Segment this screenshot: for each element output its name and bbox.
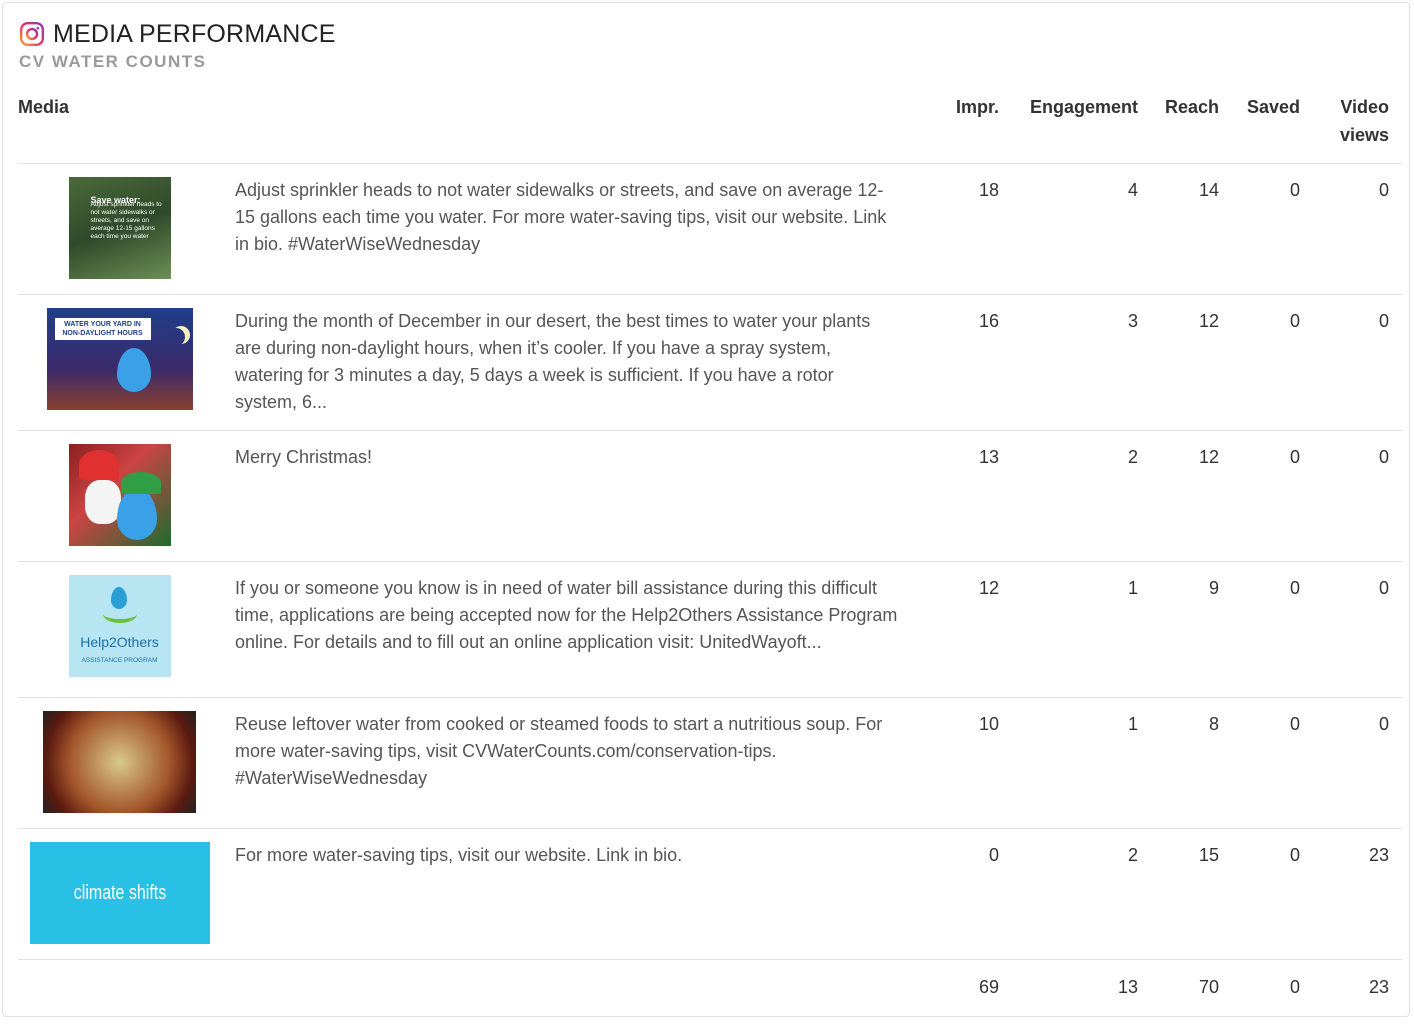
santa-hat-icon (79, 450, 119, 480)
thumbnail-cell: climate shifts (18, 829, 221, 960)
totals-row: 69 13 70 0 23 (18, 960, 1402, 1029)
account-name: CV WATER COUNTS (19, 52, 336, 72)
page-title: MEDIA PERFORMANCE (53, 20, 336, 49)
table-row[interactable]: Help2Others ASSISTANCE PROGRAM If you or… (18, 562, 1402, 698)
media-performance-panel: MEDIA PERFORMANCE CV WATER COUNTS Media … (2, 2, 1410, 1017)
table-row[interactable]: Reuse leftover water from cooked or stea… (18, 698, 1402, 829)
total-impr: 69 (919, 960, 1012, 1029)
reach-value: 14 (1151, 164, 1232, 295)
media-caption: Reuse leftover water from cooked or stea… (221, 698, 919, 829)
column-header-saved[interactable]: Saved (1232, 89, 1313, 164)
video-views-value: 0 (1313, 698, 1402, 829)
video-views-value: 23 (1313, 829, 1402, 960)
video-views-value: 0 (1313, 562, 1402, 698)
media-caption: If you or someone you know is in need of… (221, 562, 919, 698)
video-views-value: 0 (1313, 431, 1402, 562)
thumbnail-text: Adjust sprinkler heads to not water side… (91, 201, 167, 241)
column-header-engagement[interactable]: Engagement (1012, 89, 1151, 164)
media-thumbnail[interactable]: climate shifts (30, 842, 210, 944)
media-caption: Merry Christmas! (221, 431, 919, 562)
thumbnail-cell: Save water: Adjust sprinkler heads to no… (18, 164, 221, 295)
column-header-reach[interactable]: Reach (1151, 89, 1232, 164)
totals-label-cell (18, 960, 919, 1029)
media-thumbnail[interactable] (69, 444, 171, 546)
thumbnail-cell (18, 431, 221, 562)
saved-value: 0 (1232, 698, 1313, 829)
engagement-value: 3 (1012, 295, 1151, 431)
total-engagement: 13 (1012, 960, 1151, 1029)
leaf-icon (103, 605, 137, 623)
table-row[interactable]: Save water: Adjust sprinkler heads to no… (18, 164, 1402, 295)
column-header-impr[interactable]: Impr. (919, 89, 1012, 164)
saved-value: 0 (1232, 431, 1313, 562)
reach-value: 8 (1151, 698, 1232, 829)
title-row: MEDIA PERFORMANCE (19, 19, 336, 49)
media-thumbnail[interactable]: Save water: Adjust sprinkler heads to no… (69, 177, 171, 279)
impr-value: 10 (919, 698, 1012, 829)
total-reach: 70 (1151, 960, 1232, 1029)
impr-value: 12 (919, 562, 1012, 698)
thumbnail-text: climate shifts (48, 880, 192, 907)
total-saved: 0 (1232, 960, 1313, 1029)
engagement-value: 1 (1012, 698, 1151, 829)
reach-value: 9 (1151, 562, 1232, 698)
water-drop-icon (117, 488, 157, 540)
saved-value: 0 (1232, 562, 1313, 698)
media-caption: For more water-saving tips, visit our we… (221, 829, 919, 960)
engagement-value: 2 (1012, 829, 1151, 960)
engagement-value: 2 (1012, 431, 1151, 562)
saved-value: 0 (1232, 164, 1313, 295)
impr-value: 16 (919, 295, 1012, 431)
impr-value: 13 (919, 431, 1012, 562)
engagement-value: 1 (1012, 562, 1151, 698)
table-row[interactable]: climate shifts For more water-saving tip… (18, 829, 1402, 960)
video-views-value: 0 (1313, 295, 1402, 431)
engagement-value: 4 (1012, 164, 1151, 295)
video-views-value: 0 (1313, 164, 1402, 295)
reach-value: 12 (1151, 295, 1232, 431)
thumbnail-cell: WATER YOUR YARD IN NON-DAYLIGHT HOURS (18, 295, 221, 431)
column-header-media[interactable]: Media (18, 89, 919, 164)
media-thumbnail[interactable] (43, 711, 196, 813)
instagram-icon (19, 21, 45, 47)
impr-value: 0 (919, 829, 1012, 960)
media-thumbnail[interactable]: Help2Others ASSISTANCE PROGRAM (69, 575, 171, 677)
impr-value: 18 (919, 164, 1012, 295)
column-header-video-views[interactable]: Video views (1313, 89, 1402, 164)
thumbnail-cell: Help2Others ASSISTANCE PROGRAM (18, 562, 221, 698)
reach-value: 15 (1151, 829, 1232, 960)
panel-header: MEDIA PERFORMANCE CV WATER COUNTS (19, 19, 336, 72)
thumbnail-text: WATER YOUR YARD IN NON-DAYLIGHT HOURS (55, 318, 151, 340)
saved-value: 0 (1232, 295, 1313, 431)
total-video-views: 23 (1313, 960, 1402, 1029)
table-header-row: Media Impr. Engagement Reach Saved Video… (18, 89, 1402, 164)
moon-icon (167, 328, 185, 346)
thumbnail-cell (18, 698, 221, 829)
table-row[interactable]: WATER YOUR YARD IN NON-DAYLIGHT HOURS Du… (18, 295, 1402, 431)
saved-value: 0 (1232, 829, 1313, 960)
elf-hat-icon (121, 472, 161, 494)
santa-beard (85, 480, 121, 524)
media-caption: During the month of December in our dese… (221, 295, 919, 431)
media-table: Media Impr. Engagement Reach Saved Video… (18, 89, 1402, 1029)
thumbnail-text: ASSISTANCE PROGRAM (69, 647, 171, 674)
media-thumbnail[interactable]: WATER YOUR YARD IN NON-DAYLIGHT HOURS (47, 308, 193, 410)
reach-value: 12 (1151, 431, 1232, 562)
media-caption: Adjust sprinkler heads to not water side… (221, 164, 919, 295)
water-drop-icon (117, 348, 151, 392)
table-row[interactable]: Merry Christmas! 13 2 12 0 0 (18, 431, 1402, 562)
